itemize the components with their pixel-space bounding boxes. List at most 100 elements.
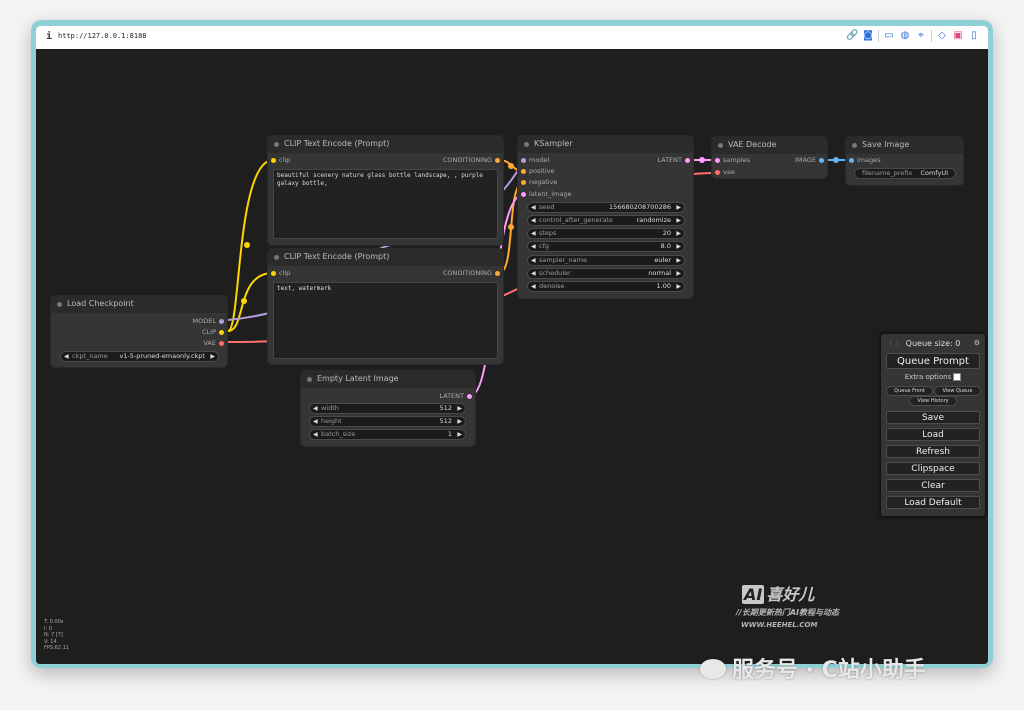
queue-front-button[interactable]: Queue Front [886,386,933,396]
ckpt-name-combo[interactable]: ◀ ckpt_name v1-5-pruned-emaonly.ckpt ▶ [60,351,219,362]
arrow-right-icon[interactable]: ▶ [676,269,681,278]
node-clip-text-encode-negative[interactable]: CLIP Text Encode (Prompt) clip CONDITION… [268,249,503,364]
node-header[interactable]: Save Image [846,137,963,154]
clear-button[interactable]: Clear [886,479,980,492]
node-load-checkpoint[interactable]: Load Checkpoint MODEL CLIP VAE ◀ ckpt_na… [51,296,227,367]
arrow-left-icon[interactable]: ◀ [531,269,536,278]
scheduler-widget[interactable]: ◀ scheduler normal ▶ [527,268,685,279]
code-icon[interactable]: ◇ [936,30,948,42]
node-header[interactable]: CLIP Text Encode (Prompt) [268,249,503,266]
node-header[interactable]: VAE Decode [712,137,827,154]
watermark-logo: AI 喜好儿 [742,581,814,605]
arrow-left-icon[interactable]: ◀ [64,352,69,361]
width-widget[interactable]: ◀ width 512 ▶ [309,403,466,414]
input-samples-slot[interactable] [715,158,720,163]
view-history-button[interactable]: View History [909,396,957,406]
qr-icon[interactable]: ▣ [952,30,964,42]
sampler-name-widget[interactable]: ◀ sampler_name euler ▶ [527,255,685,266]
globe-icon[interactable]: ◍ [899,30,911,42]
view-queue-button[interactable]: View Queue [934,386,981,396]
node-header[interactable]: Empty Latent Image [301,371,475,388]
load-button[interactable]: Load [886,428,980,441]
node-header[interactable]: CLIP Text Encode (Prompt) [268,136,503,153]
cfg-widget[interactable]: ◀ cfg 8.0 ▶ [527,241,685,252]
arrow-right-icon[interactable]: ▶ [676,229,681,238]
arrow-left-icon[interactable]: ◀ [531,242,536,251]
node-collapse-dot[interactable] [307,377,312,382]
arrow-left-icon[interactable]: ◀ [313,404,318,413]
output-conditioning-slot[interactable] [495,271,500,276]
extra-options-checkbox[interactable] [953,373,962,381]
output-latent-slot[interactable] [685,158,690,163]
info-icon[interactable]: i [46,31,52,42]
arrow-right-icon[interactable]: ▶ [457,417,462,426]
input-images-slot[interactable] [849,158,854,163]
refresh-button[interactable]: Refresh [886,445,980,458]
camera-icon[interactable]: ◙ [862,30,874,42]
input-positive-slot[interactable] [521,169,526,174]
node-collapse-dot[interactable] [57,302,62,307]
arrow-right-icon[interactable]: ▶ [457,404,462,413]
arrow-left-icon[interactable]: ◀ [531,216,536,225]
node-save-image[interactable]: Save Image images filename_prefix ComfyU… [846,137,963,185]
gear-icon[interactable]: ⚙ [974,339,980,347]
input-model-slot[interactable] [521,158,526,163]
crosshair-icon[interactable]: ⌖ [915,30,927,42]
stat-line: FPS:62.11 [44,645,70,651]
height-widget[interactable]: ◀ height 512 ▶ [309,416,466,427]
node-collapse-dot[interactable] [718,143,723,148]
output-image-slot[interactable] [819,158,824,163]
arrow-right-icon[interactable]: ▶ [676,216,681,225]
node-clip-text-encode-positive[interactable]: CLIP Text Encode (Prompt) clip CONDITION… [268,136,503,245]
node-header[interactable]: KSampler [518,136,693,153]
node-vae-decode[interactable]: VAE Decode samples vae IMAGE [712,137,827,178]
sidebar-icon[interactable]: ▯ [968,30,980,42]
arrow-right-icon[interactable]: ▶ [457,430,462,439]
node-collapse-dot[interactable] [524,142,529,147]
node-canvas[interactable]: Load Checkpoint MODEL CLIP VAE ◀ ckpt_na… [36,49,988,664]
node-collapse-dot[interactable] [274,142,279,147]
input-vae-slot[interactable] [715,170,720,175]
load-default-button[interactable]: Load Default [886,496,980,509]
save-button[interactable]: Save [886,411,980,424]
window-icon[interactable]: ▭ [883,30,895,42]
seed-widget[interactable]: ◀ seed 156680208700286 ▶ [527,202,685,213]
input-latent-image-slot[interactable] [521,192,526,197]
arrow-left-icon[interactable]: ◀ [531,203,536,212]
node-header[interactable]: Load Checkpoint [51,296,227,313]
arrow-right-icon[interactable]: ▶ [676,256,681,265]
output-model-slot[interactable] [219,319,224,324]
input-clip-slot[interactable] [271,271,276,276]
arrow-right-icon[interactable]: ▶ [210,352,215,361]
node-collapse-dot[interactable] [852,143,857,148]
denoise-widget[interactable]: ◀ denoise 1.00 ▶ [527,281,685,292]
arrow-left-icon[interactable]: ◀ [313,417,318,426]
output-clip-slot[interactable] [219,330,224,335]
arrow-left-icon[interactable]: ◀ [531,282,536,291]
address-bar[interactable]: i http://127.0.0.1:8188 🔗 ◙ ▭ ◍ ⌖ ◇ ▣ ▯ [36,26,988,50]
node-empty-latent-image[interactable]: Empty Latent Image LATENT ◀ width 512 ▶ … [301,371,475,446]
prompt-textarea[interactable]: beautiful scenery nature glass bottle la… [273,169,498,239]
batch-size-widget[interactable]: ◀ batch_size 1 ▶ [309,429,466,440]
node-ksampler[interactable]: KSampler model positive negative latent_… [518,136,693,298]
clipspace-button[interactable]: Clipspace [886,462,980,475]
input-clip-slot[interactable] [271,158,276,163]
arrow-right-icon[interactable]: ▶ [676,242,681,251]
arrow-left-icon[interactable]: ◀ [313,430,318,439]
arrow-left-icon[interactable]: ◀ [531,229,536,238]
filename-prefix-widget[interactable]: filename_prefix ComfyUI [854,168,956,179]
link-icon[interactable]: 🔗 [846,30,858,42]
arrow-right-icon[interactable]: ▶ [676,282,681,291]
node-collapse-dot[interactable] [274,255,279,260]
arrow-right-icon[interactable]: ▶ [676,203,681,212]
queue-prompt-button[interactable]: Queue Prompt [886,353,980,369]
steps-widget[interactable]: ◀ steps 20 ▶ [527,228,685,239]
input-negative-slot[interactable] [521,180,526,185]
output-latent-slot[interactable] [467,394,472,399]
url-text[interactable]: http://127.0.0.1:8188 [58,32,147,40]
prompt-textarea[interactable]: text, watermark [273,282,498,359]
arrow-left-icon[interactable]: ◀ [531,256,536,265]
control-after-generate-widget[interactable]: ◀ control_after_generate randomize ▶ [527,215,685,226]
output-conditioning-slot[interactable] [495,158,500,163]
output-vae-slot[interactable] [219,341,224,346]
